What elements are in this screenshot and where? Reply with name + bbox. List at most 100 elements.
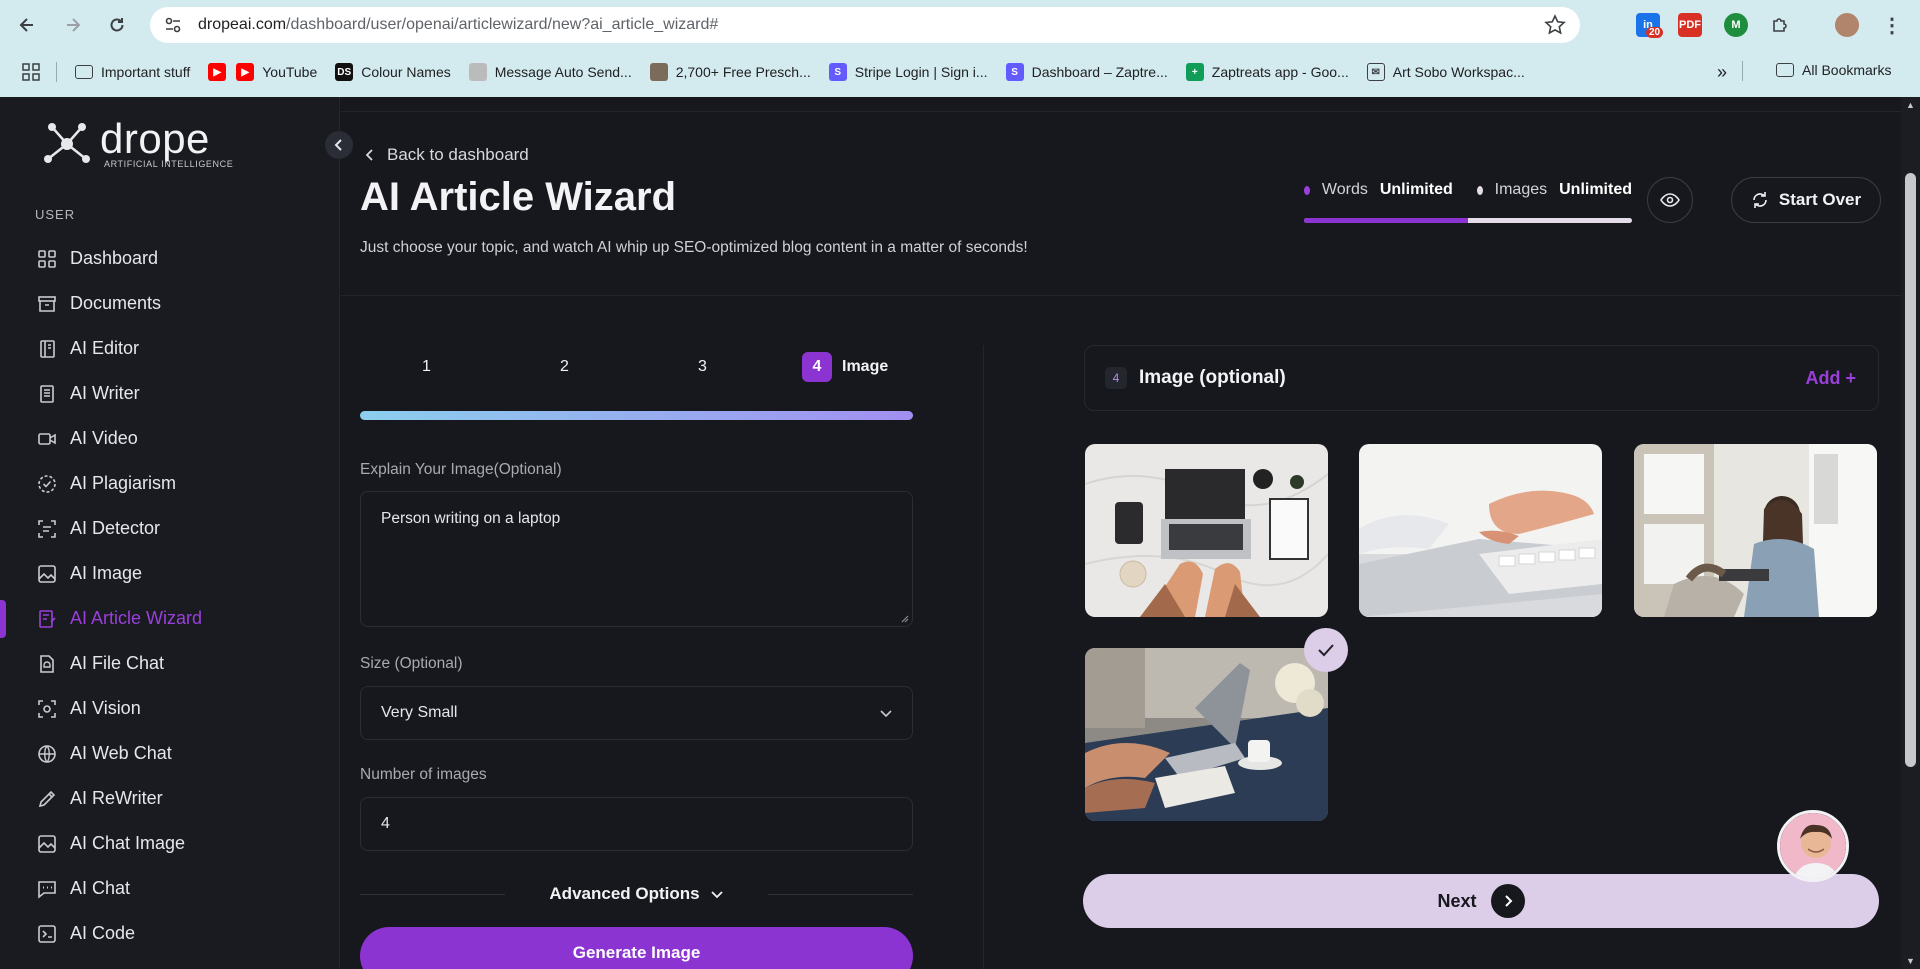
scroll-down-icon[interactable]: ▼ — [1904, 956, 1917, 966]
bookmark-art-sobo[interactable]: ✉ Art Sobo Workspac... — [1366, 63, 1525, 81]
header-divider — [341, 295, 1901, 296]
bookmark-youtube[interactable]: ▶ YouTube — [236, 63, 317, 81]
site-settings-icon[interactable] — [162, 14, 184, 36]
sidebar-item-label: AI Detector — [70, 518, 161, 538]
extensions-puzzle-icon[interactable] — [1768, 13, 1792, 37]
chevron-down-icon — [880, 710, 892, 718]
sidebar-item-ai-chat[interactable]: AI Chat — [0, 866, 340, 911]
url-host: dropeai.com — [198, 16, 287, 33]
step-badge: 4 — [1105, 367, 1127, 389]
sidebar-item-ai-plagiarism[interactable]: AI Plagiarism — [0, 461, 340, 506]
more-bookmarks-icon[interactable]: » — [1717, 62, 1727, 83]
back-arrow-icon[interactable] — [14, 12, 40, 38]
sidebar-item-dashboard[interactable]: Dashboard — [0, 236, 340, 281]
bookmark-important-stuff[interactable]: Important stuff — [75, 64, 190, 80]
sidebar-item-label: AI Code — [70, 923, 136, 943]
brand-logo[interactable]: drope ARTIFICIAL INTELLIGENCE — [38, 115, 233, 173]
step-4-active[interactable]: 4 Image — [802, 352, 888, 382]
image-option-3[interactable] — [1634, 444, 1877, 617]
sidebar-item-ai-editor[interactable]: AI Editor — [0, 326, 340, 371]
sidebar-item-ai-rewriter[interactable]: AI ReWriter — [0, 776, 340, 821]
youtube-icon: ▶ — [236, 63, 255, 81]
bookmark-preschool[interactable]: 2,700+ Free Presch... — [649, 63, 811, 81]
sidebar-item-ai-web-chat[interactable]: AI Web Chat — [0, 731, 340, 776]
reload-icon[interactable] — [104, 12, 130, 38]
divider-line — [767, 893, 913, 895]
chat-icon — [36, 878, 58, 900]
m-extension-icon[interactable]: M — [1724, 13, 1748, 37]
bookmark-colour-names[interactable]: DS Colour Names — [335, 63, 451, 81]
resize-grip-icon[interactable] — [899, 613, 909, 623]
sidebar-item-ai-file-chat[interactable]: AI File Chat — [0, 641, 340, 686]
pdf-extension-icon[interactable]: PDF — [1678, 13, 1702, 37]
step-1[interactable]: 1 — [422, 352, 431, 382]
bookmark-stripe-login[interactable]: S Stripe Login | Sign i... — [828, 63, 988, 81]
bookmark-star-icon[interactable] — [1544, 14, 1566, 36]
back-to-dashboard-link[interactable]: Back to dashboard — [365, 145, 529, 165]
support-chat-avatar[interactable] — [1777, 810, 1849, 882]
extension-badge: 20 — [1646, 27, 1664, 38]
sidebar-item-ai-detector[interactable]: AI Detector — [0, 506, 340, 551]
selected-checkmark[interactable] — [1304, 628, 1348, 672]
image-option-4-selected[interactable] — [1085, 648, 1328, 821]
advanced-options-toggle[interactable]: Advanced Options — [549, 884, 723, 904]
bookmark-dashboard-zaptreats[interactable]: S Dashboard – Zaptre... — [1005, 63, 1168, 81]
page-scrollbar-thumb[interactable] — [1905, 173, 1916, 767]
sidebar-item-ai-vision[interactable]: AI Vision — [0, 686, 340, 731]
sidebar-item-ai-video[interactable]: AI Video — [0, 416, 340, 461]
bookmark-label: All Bookmarks — [1802, 62, 1892, 78]
image-panel-title: Image (optional) — [1139, 367, 1286, 388]
profile-avatar[interactable] — [1835, 13, 1859, 37]
bookmark-separator — [1742, 61, 1743, 81]
bookmark-zaptreats-app[interactable]: + Zaptreats app - Goo... — [1185, 63, 1349, 81]
divider-line — [360, 893, 506, 895]
column-divider — [983, 345, 984, 969]
sidebar-item-ai-article-wizard[interactable]: AI Article Wizard — [0, 596, 340, 641]
all-bookmarks[interactable]: All Bookmarks — [1776, 62, 1891, 78]
words-dot-icon — [1304, 185, 1310, 195]
image-option-1[interactable] — [1085, 444, 1328, 617]
add-image-button[interactable]: Add + — [1805, 368, 1856, 389]
sidebar-item-ai-chat-image[interactable]: AI Chat Image — [0, 821, 340, 866]
number-of-images-input[interactable]: 4 — [360, 797, 913, 851]
stripe-icon: S — [1005, 63, 1024, 81]
size-select[interactable]: Very Small — [360, 686, 913, 740]
image-option-2[interactable] — [1359, 444, 1602, 617]
address-bar[interactable]: dropeai.com/dashboard/user/openai/articl… — [150, 7, 1580, 43]
sidebar-item-ai-writer[interactable]: AI Writer — [0, 371, 340, 416]
sidebar-item-documents[interactable]: Documents — [0, 281, 340, 326]
credits-summary: Words Unlimited Images Unlimited — [1304, 181, 1632, 199]
pen-icon — [36, 788, 58, 810]
sidebar-collapse-button[interactable] — [325, 131, 353, 159]
book-icon — [36, 338, 58, 360]
bookmark-label: Dashboard – Zaptre... — [1031, 64, 1168, 80]
wizard-icon — [36, 608, 58, 630]
sidebar-item-ai-code[interactable]: AI Code — [0, 911, 340, 956]
start-over-button[interactable]: Start Over — [1731, 177, 1881, 223]
next-button[interactable]: Next — [1083, 874, 1879, 928]
bookmark-label: Important stuff — [101, 64, 191, 80]
apps-grid-icon[interactable] — [22, 63, 40, 81]
step-3[interactable]: 3 — [698, 352, 707, 382]
back-link-label: Back to dashboard — [387, 145, 529, 164]
bookmark-youtube-short[interactable]: ▶ — [208, 63, 227, 81]
video-icon — [36, 428, 58, 450]
scroll-up-icon[interactable]: ▲ — [1904, 100, 1917, 110]
sidebar-item-ai-image[interactable]: AI Image — [0, 551, 340, 596]
bookmark-message-auto-send[interactable]: Message Auto Send... — [468, 63, 632, 81]
browser-menu-icon[interactable]: ⋮ — [1880, 13, 1904, 37]
chat-image-icon — [36, 833, 58, 855]
generate-image-label: Generate Image — [572, 943, 701, 962]
explain-image-label: Explain Your Image(Optional) — [360, 461, 562, 478]
next-label: Next — [1437, 890, 1477, 911]
forward-arrow-icon[interactable] — [60, 12, 86, 38]
step-2[interactable]: 2 — [560, 352, 569, 382]
step-number: 3 — [698, 358, 707, 375]
sidebar-section-label: USER — [35, 207, 76, 222]
advanced-options-label: Advanced Options — [549, 884, 700, 903]
number-of-images-value: 4 — [381, 815, 390, 832]
folder-icon — [75, 65, 93, 79]
explain-image-textarea[interactable]: Person writing on a laptop — [360, 491, 913, 627]
generate-image-button[interactable]: Generate Image — [360, 927, 913, 969]
preview-button[interactable] — [1647, 177, 1693, 223]
